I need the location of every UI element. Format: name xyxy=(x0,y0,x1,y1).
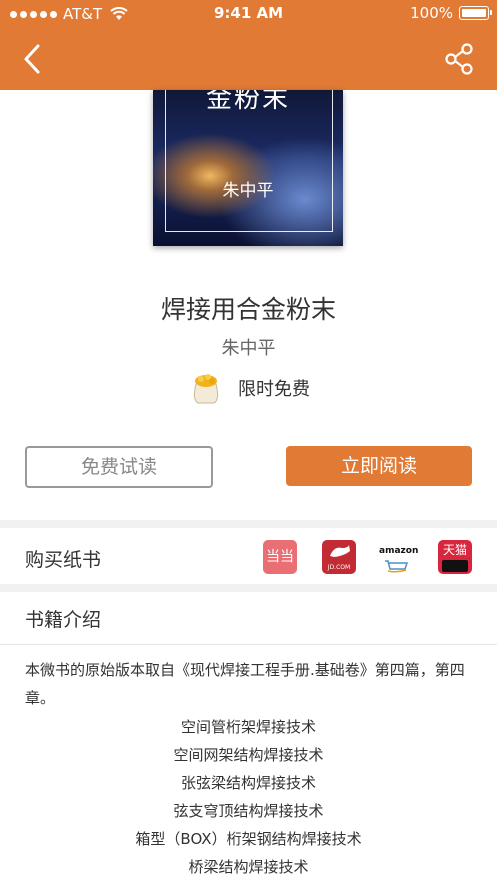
intro-item: 桥梁结构焊接技术 xyxy=(188,858,309,876)
section-divider xyxy=(0,584,497,592)
purchase-title: 购买纸书 xyxy=(25,549,102,571)
battery-percent: 100% xyxy=(410,4,453,22)
store-dangdang[interactable]: 当当 xyxy=(263,540,297,574)
store-amazon[interactable]: amazon xyxy=(379,540,419,574)
store-amazon-label: amazon xyxy=(379,546,419,556)
intro-paragraph: 本微书的原始版本取自《现代焊接工程手册.基础卷》第四篇，第四章。 xyxy=(25,661,465,707)
cart-icon xyxy=(385,560,409,573)
battery-icon xyxy=(459,6,492,20)
store-jd[interactable]: JD.COM xyxy=(322,540,356,574)
promo-label: 限时免费 xyxy=(238,379,310,400)
book-title: 焊接用合金粉末 xyxy=(160,295,336,324)
status-bar: AT&T 9:41 AM 100% xyxy=(0,0,497,28)
cover-author: 朱中平 xyxy=(222,181,274,201)
store-jd-label: JD.COM xyxy=(327,564,351,571)
intro-item: 箱型（BOX）桁架钢结构焊接技术 xyxy=(135,830,362,848)
cover-title: 金粉末 xyxy=(205,90,290,114)
intro-item: 空间网架结构焊接技术 xyxy=(173,746,324,764)
store-tmall[interactable]: 天猫 xyxy=(438,540,472,574)
section-divider xyxy=(0,520,497,528)
jd-dog-icon xyxy=(330,545,350,557)
read-now-button[interactable]: 立即阅读 xyxy=(286,446,472,486)
free-trial-button[interactable]: 免费试读 xyxy=(25,446,213,488)
intro-title: 书籍介绍 xyxy=(25,609,102,631)
share-icon[interactable] xyxy=(443,42,477,76)
battery-group: 100% xyxy=(410,4,492,22)
intro-separator xyxy=(0,644,497,645)
money-bag-icon xyxy=(193,374,219,404)
nav-bar xyxy=(0,28,497,90)
tmall-cat-face xyxy=(442,560,468,572)
store-tmall-label: 天猫 xyxy=(442,543,467,557)
chevron-left-icon[interactable] xyxy=(18,42,48,76)
intro-item: 弦支穹顶结构焊接技术 xyxy=(173,802,324,820)
intro-item: 空间管桁架焊接技术 xyxy=(180,718,316,736)
store-dangdang-label: 当当 xyxy=(266,549,294,565)
book-author: 朱中平 xyxy=(221,338,276,359)
intro-item: 张弦梁结构焊接技术 xyxy=(180,774,316,792)
book-cover: 金粉末 朱中平 xyxy=(153,90,343,246)
promo-badge: 限时免费 xyxy=(188,370,310,406)
